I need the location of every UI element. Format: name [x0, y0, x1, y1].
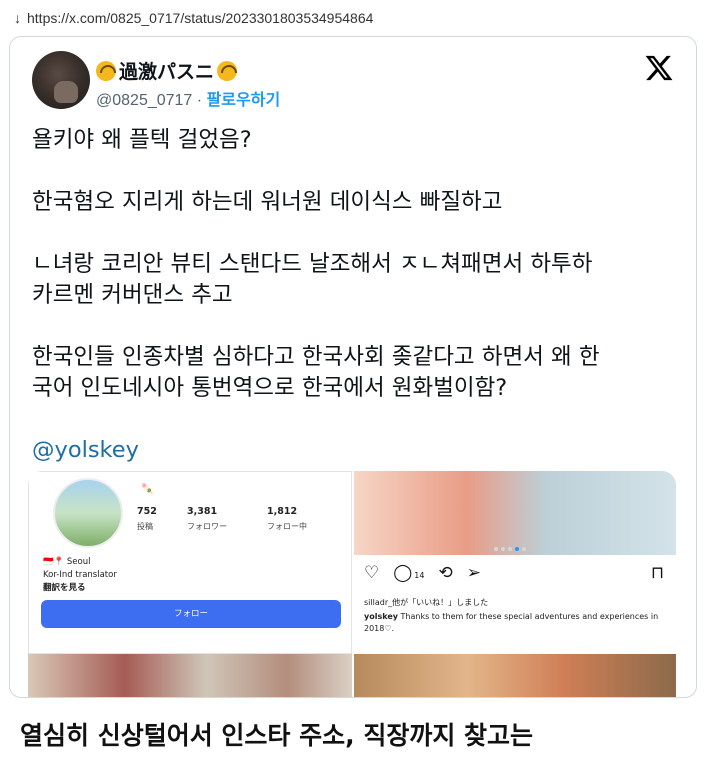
profile-bio-text: Kor-Ind translator	[43, 570, 117, 580]
media-photo-top-right[interactable]	[354, 471, 676, 555]
stat-label: フォロー中	[267, 522, 307, 531]
stat-following: 1,812 フォロー中	[267, 506, 307, 532]
share-icon: ➢	[466, 563, 481, 583]
tweet-text: 욜키야 왜 플텍 걸었음? 한국혐오 지리게 하는데 워너원 데이식스 빠질하고…	[32, 125, 682, 466]
comment-count: 14	[414, 570, 425, 580]
separator: ·	[196, 92, 203, 109]
media-photo-bottom-right[interactable]	[354, 654, 676, 697]
avatar[interactable]	[32, 51, 90, 109]
media-profile-screenshot[interactable]: 🍡 752 投稿 3,381 フォロワー 1,812 フォロー中 🇮🇩📍 Seo…	[28, 471, 352, 654]
tweet-line: ㄴ녀랑 코리안 뷰티 스탠다드 날조해서 ㅈㄴ쳐패면서 하투하	[32, 251, 593, 277]
caption-text: Thanks to them for these special adventu…	[364, 612, 659, 633]
bottom-caption: 열심히 신상털어서 인스타 주소, 직장까지 찾고는	[20, 721, 534, 750]
upside-down-face-icon	[217, 60, 238, 81]
url-text[interactable]: https://x.com/0825_0717/status/202330180…	[27, 10, 373, 26]
caption-user: yolskey	[364, 612, 398, 621]
tweet-line: 욜키야 왜 플텍 걸었음?	[32, 127, 252, 153]
stat-num: 752	[137, 506, 157, 517]
heart-icon: ♡	[364, 563, 380, 583]
profile-location: 🇮🇩📍 Seoul	[43, 557, 91, 567]
profile-picture	[53, 478, 123, 548]
tweet-line: 한국혐오 지리게 하는데 워너원 데이식스 빠질하고	[32, 189, 503, 215]
profile-bio: 🇮🇩📍 Seoul Kor-Ind translator 翻訳を見る	[43, 556, 117, 595]
repost-icon: ⟲	[438, 563, 453, 583]
stat-followers: 3,381 フォロワー	[187, 506, 227, 532]
handle-row: @0825_0717 · 팔로우하기	[96, 86, 280, 110]
handle[interactable]: @0825_0717	[96, 92, 192, 109]
tweet-line: 국어 인도네시아 통번역으로 한국에서 원화벌이함?	[32, 375, 508, 401]
stat-num: 3,381	[187, 506, 218, 517]
stat-label: フォロワー	[187, 522, 227, 531]
stat-num: 1,812	[267, 506, 298, 517]
upside-down-face-icon	[96, 60, 116, 81]
tweet-line: 한국인들 인종차별 심하다고 한국사회 좆같다고 하면서 왜 한	[32, 344, 600, 370]
translate-link: 翻訳を見る	[43, 583, 86, 593]
dango-icon: 🍡	[141, 484, 154, 495]
media-grid[interactable]: 🍡 752 投稿 3,381 フォロワー 1,812 フォロー中 🇮🇩📍 Seo…	[28, 471, 676, 697]
comment-icon: ◯	[393, 563, 413, 583]
stat-label: 投稿	[137, 522, 153, 531]
display-name-row[interactable]: 過激パスニ	[96, 57, 238, 84]
display-name[interactable]: 過激パスニ	[119, 57, 214, 84]
down-arrow-icon: ↓	[14, 10, 21, 26]
url-bar[interactable]: ↓ https://x.com/0825_0717/status/20233018…	[14, 10, 373, 26]
media-photo-bottom-left[interactable]	[28, 654, 352, 697]
post-actions: ♡ ◯ 14 ⟲ ➢	[364, 563, 481, 583]
tweet-line: 카르멘 커버댄스 추고	[32, 282, 233, 308]
carousel-dots	[494, 547, 526, 551]
tweet-card: 過激パスニ @0825_0717 · 팔로우하기 욜키야 왜 플텍 걸었음? 한…	[9, 36, 697, 698]
follow-button: フォロー	[41, 600, 341, 628]
stat-posts: 752 投稿	[137, 506, 157, 532]
bookmark-icon: ⊓	[650, 563, 664, 583]
post-caption: yolskey Thanks to them for these special…	[364, 611, 664, 635]
mention-link[interactable]: @yolskey	[32, 437, 139, 463]
x-logo-icon[interactable]	[644, 53, 674, 83]
likes-line: silladr_他が「いいね！」しました	[364, 598, 489, 607]
media-post-panel[interactable]: ♡ ◯ 14 ⟲ ➢ ⊓ silladr_他が「いいね！」しました yolske…	[354, 555, 676, 654]
follow-link[interactable]: 팔로우하기	[207, 90, 281, 109]
